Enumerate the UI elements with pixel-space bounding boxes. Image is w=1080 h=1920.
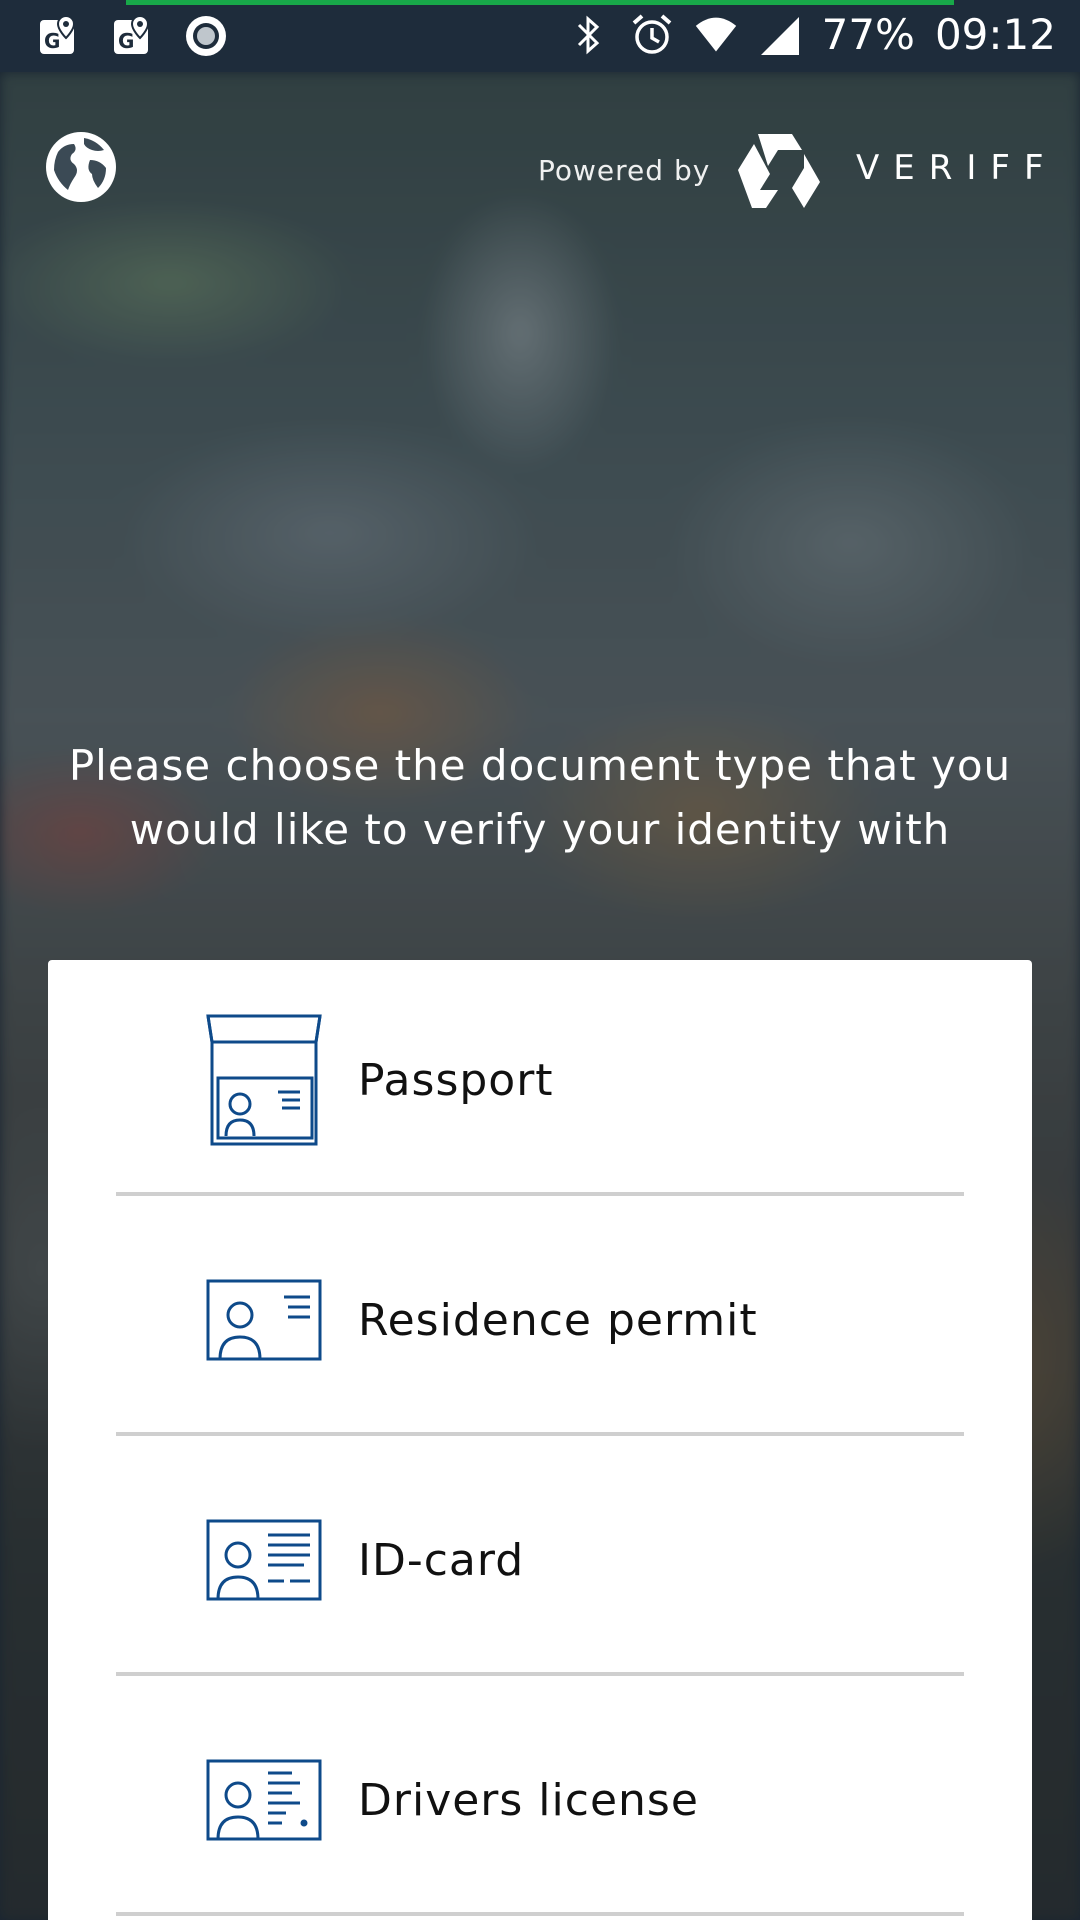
document-option-drivers-license[interactable]: Drivers license bbox=[116, 1680, 962, 1920]
document-label: Drivers license bbox=[358, 1774, 699, 1826]
battery-percent: 77% bbox=[821, 10, 915, 59]
svg-text:G: G bbox=[44, 29, 60, 53]
id-card-icon bbox=[206, 1490, 322, 1630]
document-option-id-card[interactable]: ID-card bbox=[116, 1440, 962, 1680]
instruction-line-2: would like to verify your identity with bbox=[129, 805, 951, 854]
top-progress-bar bbox=[126, 0, 954, 5]
divider bbox=[116, 1912, 964, 1916]
document-option-residence-permit[interactable]: Residence permit bbox=[116, 1200, 962, 1440]
drivers-license-icon bbox=[206, 1730, 322, 1870]
globe-icon[interactable] bbox=[44, 130, 118, 204]
brand-name: VERIFF bbox=[856, 148, 1058, 188]
status-bar: G G 77% 09:12 bbox=[0, 0, 1080, 72]
wifi-icon bbox=[694, 11, 738, 59]
instruction-line-1: Please choose the document type that you bbox=[68, 741, 1012, 790]
maps-notification-icon: G bbox=[36, 12, 80, 60]
veriff-logo-icon bbox=[734, 130, 824, 210]
document-option-passport[interactable]: Passport bbox=[116, 960, 962, 1200]
residence-permit-icon bbox=[206, 1250, 322, 1390]
passport-icon bbox=[206, 1010, 322, 1150]
document-label: ID-card bbox=[358, 1534, 525, 1586]
document-label: Residence permit bbox=[358, 1294, 758, 1346]
status-right-icons: 77% 09:12 bbox=[566, 10, 1056, 59]
svg-text:G: G bbox=[118, 29, 134, 53]
instruction-text: Please choose the document type that you… bbox=[40, 734, 1040, 862]
maps-notification-icon: G bbox=[110, 12, 154, 60]
document-type-list: Passport Residence permit ID-card Driver… bbox=[48, 960, 1032, 1920]
alarm-icon bbox=[630, 11, 674, 59]
status-left-icons: G G bbox=[36, 12, 228, 60]
divider bbox=[116, 1192, 964, 1196]
divider bbox=[116, 1432, 964, 1436]
document-label: Passport bbox=[358, 1054, 554, 1106]
clock: 09:12 bbox=[934, 10, 1056, 59]
powered-by-text: Powered by bbox=[538, 154, 711, 187]
bluetooth-icon bbox=[566, 11, 610, 59]
record-icon bbox=[184, 12, 228, 60]
signal-icon bbox=[758, 11, 802, 59]
divider bbox=[116, 1672, 964, 1676]
